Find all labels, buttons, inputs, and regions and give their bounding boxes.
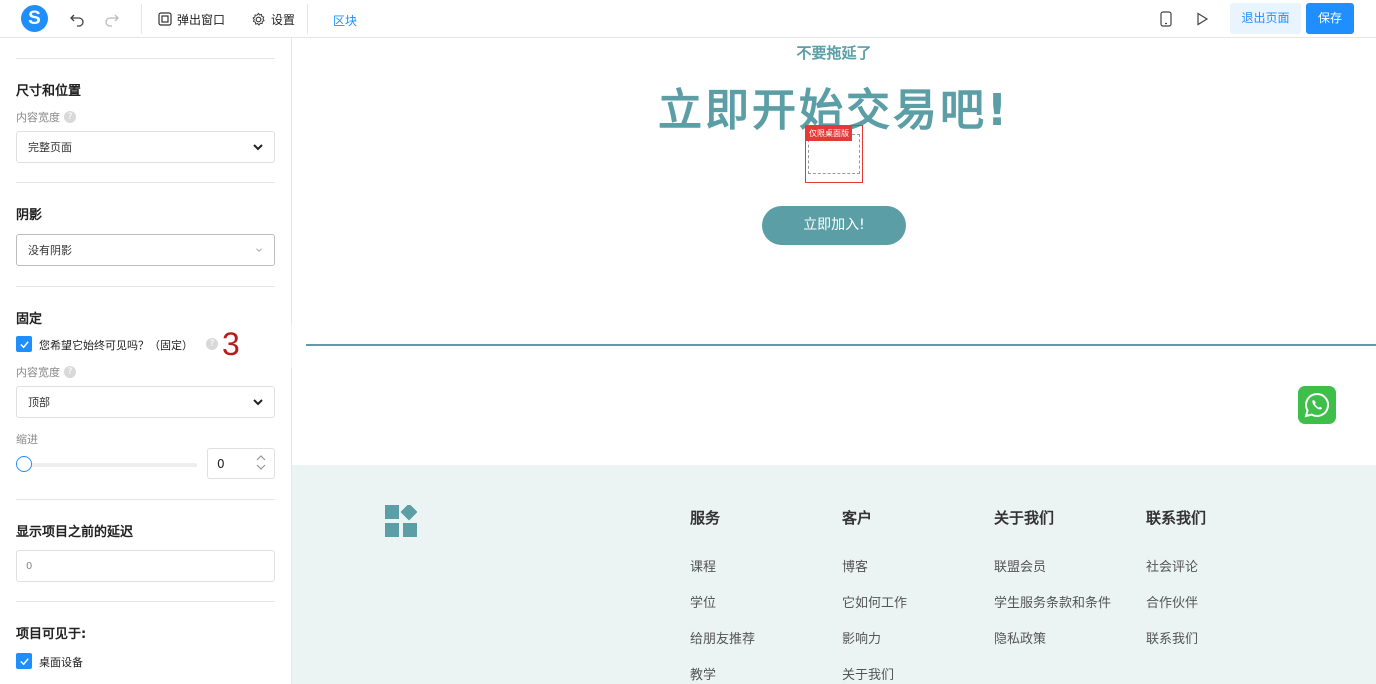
visible-section-title: 项目可见于: [16, 627, 87, 642]
footer-link[interactable]: 给朋友推荐 [690, 628, 755, 664]
whatsapp-icon[interactable] [1298, 386, 1336, 424]
chevron-down-icon [253, 399, 263, 406]
exit-page-button[interactable]: 退出页面 [1230, 3, 1301, 34]
delay-input[interactable]: 0 [16, 550, 275, 582]
footer-column-customers: 客户 博客 它如何工作 影响力 关于我们 [842, 507, 907, 684]
chevron-down-icon [256, 248, 262, 252]
divider [16, 499, 275, 500]
footer-column-services: 服务 课程 学位 给朋友推荐 教学 [690, 507, 755, 684]
mobile-preview-icon[interactable] [1156, 9, 1176, 29]
popup-icon [158, 12, 172, 26]
toolbar-divider [141, 4, 142, 34]
annotation-number: 3 [222, 326, 240, 362]
settings-label: 设置 [271, 12, 296, 27]
footer-link[interactable]: 它如何工作 [842, 592, 907, 628]
footer-link[interactable]: 隐私政策 [994, 628, 1111, 664]
join-now-button[interactable]: 立即加入! [762, 206, 906, 245]
stepper-arrows[interactable] [256, 454, 266, 471]
check-icon [19, 657, 29, 665]
fixed-position-select[interactable]: 顶部 [16, 386, 275, 418]
divider [16, 58, 275, 59]
chevron-up-icon[interactable] [256, 454, 266, 461]
footer-link[interactable]: 合作伙伴 [1146, 592, 1206, 628]
delay-section-title: 显示项目之前的延迟 [16, 525, 134, 540]
help-icon[interactable]: ? [206, 338, 218, 350]
footer: 服务 课程 学位 给朋友推荐 教学 客户 博客 它如何工作 影响力 关于我们 关… [292, 465, 1376, 684]
fixed-checkbox[interactable] [16, 336, 32, 352]
content-width-select[interactable]: 完整页面 [16, 131, 275, 163]
footer-link[interactable]: 学生服务条款和条件 [994, 592, 1111, 628]
desktop-checkbox-label: 桌面设备 [39, 656, 83, 669]
content-width-label: 内容宽度 ? [16, 109, 76, 125]
top-toolbar: S 弹出窗口 设置 区块 退出页面 保存 [0, 0, 1376, 38]
indent-value: 0 [217, 456, 225, 471]
footer-link[interactable]: 教学 [690, 664, 755, 684]
settings-button[interactable]: 设置 [251, 9, 295, 29]
app-logo: S [21, 5, 48, 32]
footer-link[interactable]: 社会评论 [1146, 556, 1206, 592]
indent-slider-handle[interactable] [16, 456, 32, 472]
footer-logo-icon [385, 505, 417, 537]
footer-column-title: 联系我们 [1146, 509, 1207, 527]
shadow-section-title: 阴影 [16, 208, 43, 223]
cta-subheading: 不要拖延了 [796, 44, 872, 62]
footer-column-title: 服务 [690, 509, 721, 527]
divider [16, 182, 275, 183]
toolbar-divider [307, 4, 308, 34]
play-icon[interactable] [1192, 9, 1212, 29]
save-button[interactable]: 保存 [1306, 3, 1354, 34]
help-icon[interactable]: ? [64, 111, 76, 123]
size-section-title: 尺寸和位置 [16, 84, 82, 99]
popup-label: 弹出窗口 [177, 12, 226, 27]
check-icon [19, 340, 29, 348]
content-width-label-text: 内容宽度 [16, 111, 60, 124]
settings-sidebar: 尺寸和位置 内容宽度 ? 完整页面 阴影 没有阴影 固定 您希望它始终可见吗？（… [0, 38, 292, 684]
footer-link[interactable]: 学位 [690, 592, 755, 628]
page-canvas: 不要拖延了 立即开始交易吧! 仅限桌面版 立即加入! 服务 课程 学位 给朋友推… [292, 38, 1376, 684]
help-icon[interactable]: ? [64, 366, 76, 378]
section-divider-line [306, 344, 1376, 346]
footer-link[interactable]: 课程 [690, 556, 755, 592]
footer-link[interactable]: 影响力 [842, 628, 907, 664]
footer-column-title: 关于我们 [994, 509, 1055, 527]
chevron-down-icon[interactable] [256, 464, 266, 471]
content-width-value: 完整页面 [28, 141, 72, 154]
redo-icon[interactable] [102, 9, 122, 29]
footer-link[interactable]: 关于我们 [842, 664, 907, 684]
footer-link[interactable]: 博客 [842, 556, 907, 592]
footer-link[interactable]: 联盟会员 [994, 556, 1111, 592]
block-link[interactable]: 区块 [333, 12, 357, 29]
shadow-value: 没有阴影 [28, 244, 72, 257]
indent-slider-track[interactable] [22, 463, 197, 467]
delay-value: 0 [26, 560, 33, 572]
footer-link[interactable]: 联系我们 [1146, 628, 1206, 664]
fixed-checkbox-label: 您希望它始终可见吗？（固定） [39, 339, 193, 352]
popup-button[interactable]: 弹出窗口 [158, 9, 225, 29]
desktop-only-tag: 仅限桌面版 [806, 126, 852, 141]
gear-icon [252, 12, 265, 26]
footer-column-about: 关于我们 联盟会员 学生服务条款和条件 隐私政策 [994, 507, 1111, 664]
fixed-width-label-text: 内容宽度 [16, 366, 60, 379]
fixed-position-value: 顶部 [28, 396, 50, 409]
indent-label: 缩进 [16, 433, 38, 446]
indent-stepper[interactable]: 0 [207, 448, 275, 479]
divider [16, 286, 275, 287]
footer-column-contact: 联系我们 社会评论 合作伙伴 联系我们 [1146, 507, 1206, 664]
desktop-checkbox[interactable] [16, 653, 32, 669]
shadow-select[interactable]: 没有阴影 [16, 234, 275, 266]
fixed-section-title: 固定 [16, 312, 43, 327]
divider [16, 601, 275, 602]
fixed-width-label: 内容宽度 ? [16, 364, 76, 380]
chevron-down-icon [253, 144, 263, 151]
footer-column-title: 客户 [842, 509, 873, 527]
undo-icon[interactable] [67, 9, 87, 29]
